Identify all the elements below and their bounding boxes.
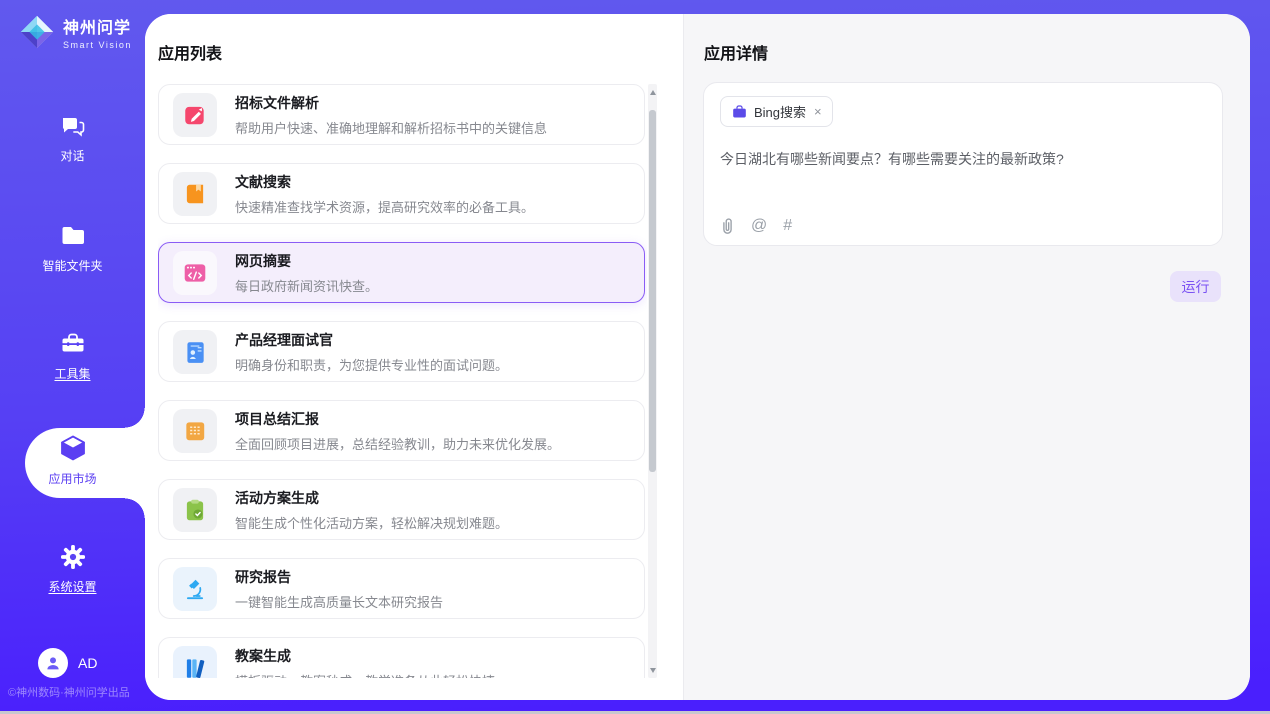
brand: 神州问学 Smart Vision bbox=[18, 13, 132, 51]
app-card-desc: 每日政府新闻资讯快查。 bbox=[235, 276, 378, 295]
app-list-title: 应用列表 bbox=[158, 40, 222, 64]
sidebar-item-label: 智能文件夹 bbox=[42, 257, 102, 274]
cube-icon bbox=[58, 433, 88, 463]
scroll-up-icon[interactable] bbox=[648, 86, 657, 98]
sidebar-item-chat[interactable]: 对话 bbox=[0, 112, 145, 164]
active-bubble-corner-bottom bbox=[125, 498, 145, 518]
tool-tag-bing-search[interactable]: Bing搜索 × bbox=[720, 96, 833, 127]
chat-icon bbox=[59, 112, 87, 140]
sidebar-item-toolset[interactable]: 工具集 bbox=[0, 330, 145, 382]
app-card-title: 文献搜索 bbox=[235, 172, 534, 192]
gear-icon bbox=[59, 543, 87, 571]
lesson-books-icon bbox=[173, 646, 217, 679]
app-card-title: 招标文件解析 bbox=[235, 93, 547, 113]
app-card-title: 项目总结汇报 bbox=[235, 409, 560, 429]
app-card-list: 招标文件解析 帮助用户快速、准确地理解和解析招标书中的关键信息 文献搜索 快速精… bbox=[158, 84, 647, 678]
scrollbar-thumb[interactable] bbox=[649, 110, 656, 472]
composer-toolbar: @ # bbox=[720, 217, 792, 235]
app-card-web-summary[interactable]: 网页摘要 每日政府新闻资讯快查。 bbox=[158, 242, 645, 303]
folder-icon bbox=[59, 222, 87, 250]
app-card-desc: 智能生成个性化活动方案，轻松解决规划难题。 bbox=[235, 513, 508, 532]
sidebar-item-smart-folder[interactable]: 智能文件夹 bbox=[0, 222, 145, 274]
run-button[interactable]: 运行 bbox=[1170, 271, 1221, 302]
app-card-desc: 模板驱动，教案秒成，教学准备从此轻松快捷 bbox=[235, 671, 495, 679]
web-summary-icon bbox=[173, 251, 217, 295]
sidebar-item-label: 对话 bbox=[60, 147, 84, 164]
sidebar-item-label: 系统设置 bbox=[48, 578, 96, 595]
sidebar: 神州问学 Smart Vision 对话 智能文件夹 bbox=[0, 0, 145, 714]
app-card-title: 网页摘要 bbox=[235, 251, 378, 271]
user-account[interactable]: AD bbox=[38, 648, 97, 678]
app-card-title: 教案生成 bbox=[235, 646, 495, 666]
hash-icon[interactable]: # bbox=[783, 218, 792, 234]
app-list-panel: 应用列表 招标文件解析 帮助用户快速、准确地理解和解析招标书中的关键信息 bbox=[145, 14, 683, 700]
tool-tag-label: Bing搜索 bbox=[754, 102, 806, 121]
app-card-project-summary[interactable]: 项目总结汇报 全面回顾项目进展，总结经验教训，助力未来优化发展。 bbox=[158, 400, 645, 461]
paperclip-icon[interactable] bbox=[720, 217, 735, 235]
app-card-desc: 明确身份和职责，为您提供专业性的面试问题。 bbox=[235, 355, 508, 374]
app-card-desc: 快速精准查找学术资源，提高研究效率的必备工具。 bbox=[235, 197, 534, 216]
app-card-lesson-plan[interactable]: 教案生成 模板驱动，教案秒成，教学准备从此轻松快捷 bbox=[158, 637, 645, 678]
tag-close-icon[interactable]: × bbox=[814, 104, 822, 119]
active-bubble-corner-top bbox=[125, 408, 145, 428]
app-card-bid-parse[interactable]: 招标文件解析 帮助用户快速、准确地理解和解析招标书中的关键信息 bbox=[158, 84, 645, 145]
scroll-down-icon[interactable] bbox=[648, 664, 657, 676]
sidebar-item-label: 应用市场 bbox=[48, 470, 96, 487]
brand-subtitle: Smart Vision bbox=[63, 40, 132, 50]
avatar bbox=[38, 648, 68, 678]
app-card-desc: 全面回顾项目进展，总结经验教训，助力未来优化发展。 bbox=[235, 434, 560, 453]
person-icon bbox=[44, 654, 62, 672]
query-text[interactable]: 今日湖北有哪些新闻要点？有哪些需要关注的最新政策? bbox=[720, 149, 1206, 169]
app-card-desc: 一键智能生成高质量长文本研究报告 bbox=[235, 592, 443, 611]
sidebar-item-label: 工具集 bbox=[54, 365, 90, 382]
list-scrollbar[interactable] bbox=[648, 84, 657, 678]
event-plan-icon bbox=[173, 488, 217, 532]
toolbox-icon bbox=[59, 330, 87, 358]
bid-doc-icon bbox=[173, 93, 217, 137]
app-card-event-plan[interactable]: 活动方案生成 智能生成个性化活动方案，轻松解决规划难题。 bbox=[158, 479, 645, 540]
mention-at-icon[interactable]: @ bbox=[751, 218, 767, 234]
app-card-desc: 帮助用户快速、准确地理解和解析招标书中的关键信息 bbox=[235, 118, 547, 137]
app-card-pm-interviewer[interactable]: 产品经理面试官 明确身份和职责，为您提供专业性的面试问题。 bbox=[158, 321, 645, 382]
app-card-research-report[interactable]: 研究报告 一键智能生成高质量长文本研究报告 bbox=[158, 558, 645, 619]
app-card-title: 研究报告 bbox=[235, 567, 443, 587]
copyright-footer: ©神州数码·神州问学出品 bbox=[8, 684, 148, 700]
sidebar-item-settings[interactable]: 系统设置 bbox=[0, 543, 145, 595]
interviewer-doc-icon bbox=[173, 330, 217, 374]
main-container: 应用列表 招标文件解析 帮助用户快速、准确地理解和解析招标书中的关键信息 bbox=[145, 14, 1250, 700]
prompt-composer[interactable]: Bing搜索 × 今日湖北有哪些新闻要点？有哪些需要关注的最新政策? @ # bbox=[703, 82, 1223, 246]
app-card-title: 产品经理面试官 bbox=[235, 330, 508, 350]
app-detail-panel: 应用详情 Bing搜索 × 今日湖北有哪些新闻要点？有哪些需要关注的最新政策? bbox=[683, 14, 1250, 700]
sidebar-item-app-market[interactable]: 应用市场 bbox=[0, 433, 145, 487]
app-detail-title: 应用详情 bbox=[704, 40, 768, 64]
brand-logo-icon bbox=[18, 13, 56, 51]
app-card-title: 活动方案生成 bbox=[235, 488, 508, 508]
brand-name: 神州问学 bbox=[63, 14, 132, 38]
briefcase-icon bbox=[731, 104, 748, 120]
project-report-icon bbox=[173, 409, 217, 453]
literature-book-icon bbox=[173, 172, 217, 216]
user-initials: AD bbox=[78, 655, 97, 671]
research-microscope-icon bbox=[173, 567, 217, 611]
app-card-literature-search[interactable]: 文献搜索 快速精准查找学术资源，提高研究效率的必备工具。 bbox=[158, 163, 645, 224]
